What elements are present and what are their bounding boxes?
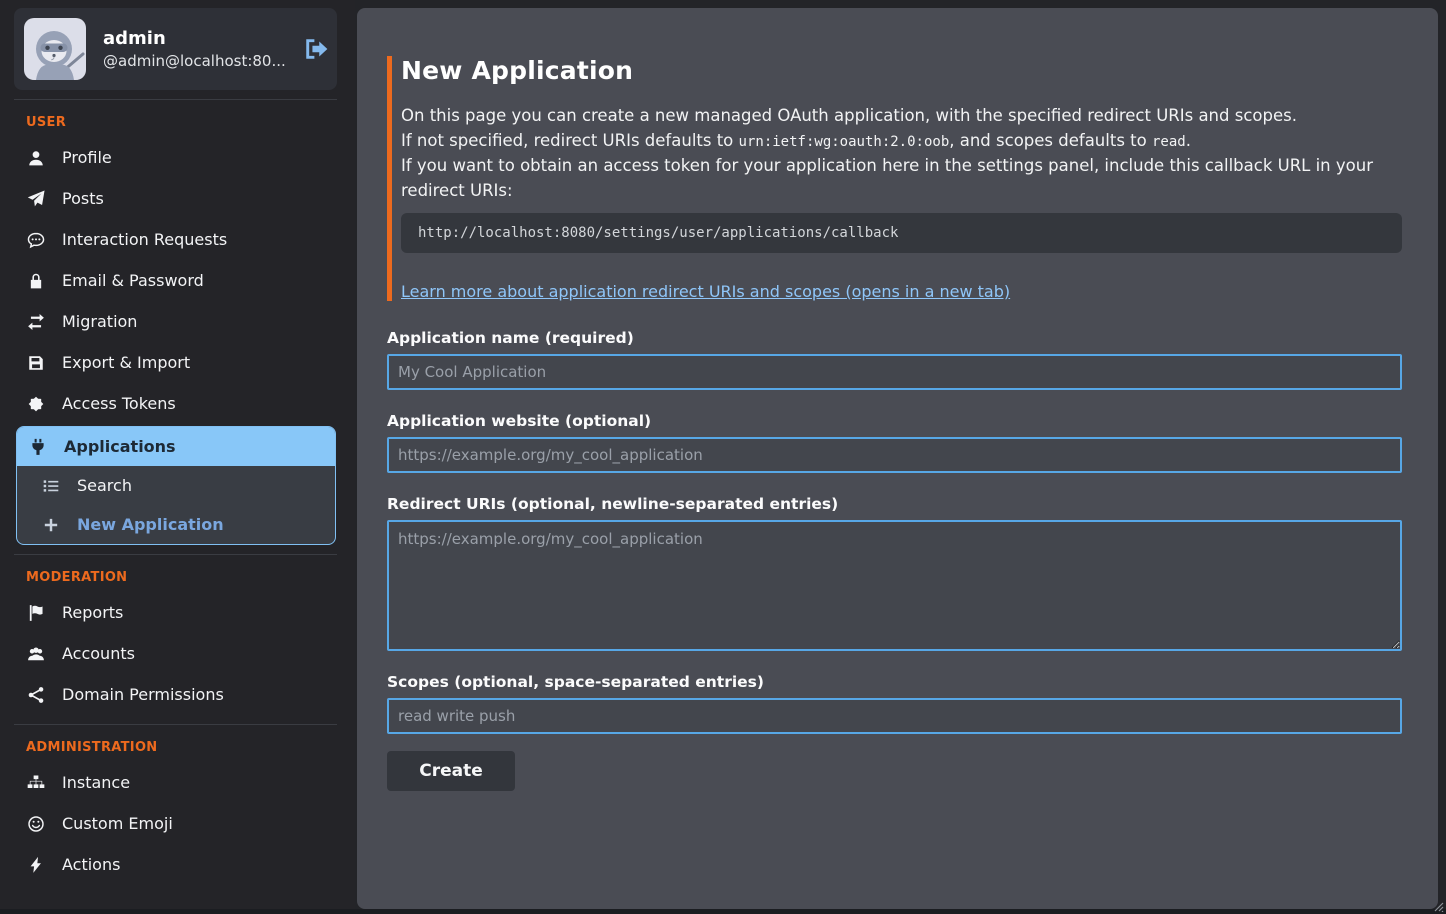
paper-plane-icon bbox=[26, 190, 46, 208]
sidebar-item-label: Reports bbox=[62, 603, 123, 622]
redirect-uris-field-group: Redirect URIs (optional, newline-separat… bbox=[387, 495, 1402, 651]
sidebar-item-label: Email & Password bbox=[62, 271, 204, 290]
plus-icon bbox=[41, 516, 61, 534]
sidebar-subitem-label: Search bbox=[77, 476, 132, 495]
sidebar-item-migration[interactable]: Migration bbox=[14, 301, 337, 342]
user-handle: @admin@localhost:80... bbox=[103, 51, 286, 71]
sidebar-item-actions[interactable]: Actions bbox=[14, 844, 337, 885]
sign-out-icon[interactable] bbox=[303, 36, 329, 62]
flag-icon bbox=[26, 604, 46, 622]
section-label-moderation: MODERATION bbox=[26, 570, 355, 585]
callback-url-code-block: http://localhost:8080/settings/user/appl… bbox=[401, 213, 1402, 253]
application-name-field-group: Application name (required) bbox=[387, 329, 1402, 390]
sidebar-item-label: Instance bbox=[62, 773, 130, 792]
sidebar: admin @admin@localhost:80... USER Profil… bbox=[0, 0, 355, 914]
sidebar-subitem-label: New Application bbox=[77, 515, 224, 534]
comments-icon bbox=[26, 231, 46, 249]
sidebar-item-export-import[interactable]: Export & Import bbox=[14, 342, 337, 383]
new-application-form: Application name (required) Application … bbox=[387, 329, 1402, 791]
floppy-disk-icon bbox=[26, 354, 46, 372]
sidebar-item-accounts[interactable]: Accounts bbox=[14, 633, 337, 674]
share-nodes-icon bbox=[26, 686, 46, 704]
sloth-avatar-image bbox=[24, 18, 86, 80]
read-code: read bbox=[1152, 134, 1186, 150]
sidebar-item-custom-emoji[interactable]: Custom Emoji bbox=[14, 803, 337, 844]
new-application-intro: New Application On this page you can cre… bbox=[387, 56, 1402, 301]
users-icon bbox=[26, 645, 46, 663]
sidebar-divider bbox=[14, 99, 337, 100]
sidebar-item-label: Posts bbox=[62, 189, 104, 208]
main-panel: New Application On this page you can cre… bbox=[357, 8, 1438, 909]
sidebar-item-label: Interaction Requests bbox=[62, 230, 227, 249]
user-name: admin bbox=[103, 27, 286, 51]
sidebar-item-label: Access Tokens bbox=[62, 394, 176, 413]
user-info: admin @admin@localhost:80... bbox=[103, 27, 286, 72]
user-icon bbox=[26, 149, 46, 167]
sidebar-item-email-password[interactable]: Email & Password bbox=[14, 260, 337, 301]
section-label-user: USER bbox=[26, 115, 355, 130]
sidebar-divider bbox=[14, 554, 337, 555]
sidebar-item-domain-permissions[interactable]: Domain Permissions bbox=[14, 674, 337, 715]
scopes-input[interactable] bbox=[387, 698, 1402, 734]
create-button[interactable]: Create bbox=[387, 751, 515, 791]
section-label-administration: ADMINISTRATION bbox=[26, 740, 355, 755]
application-name-input[interactable] bbox=[387, 354, 1402, 390]
window-resize-grip[interactable] bbox=[1431, 899, 1444, 912]
window-bottom-edge bbox=[0, 909, 1446, 914]
sidebar-divider bbox=[14, 724, 337, 725]
sidebar-item-access-tokens[interactable]: Access Tokens bbox=[14, 383, 337, 424]
bolt-icon bbox=[26, 856, 46, 874]
smiley-icon bbox=[26, 815, 46, 833]
redirect-uris-label: Redirect URIs (optional, newline-separat… bbox=[387, 495, 1402, 513]
applications-group: Applications Search New Application bbox=[16, 426, 336, 545]
sidebar-item-label: Actions bbox=[62, 855, 120, 874]
intro-line-2: If not specified, redirect URIs defaults… bbox=[401, 129, 1402, 155]
scopes-label: Scopes (optional, space-separated entrie… bbox=[387, 673, 1402, 691]
plug-icon bbox=[28, 438, 48, 456]
sidebar-item-label: Profile bbox=[62, 148, 112, 167]
intro-line-3: If you want to obtain an access token fo… bbox=[401, 154, 1402, 203]
sidebar-subitem-search[interactable]: Search bbox=[17, 466, 335, 505]
lock-icon bbox=[26, 272, 46, 290]
sidebar-item-label: Migration bbox=[62, 312, 137, 331]
oob-code: urn:ietf:wg:oauth:2.0:oob bbox=[739, 134, 950, 150]
user-card[interactable]: admin @admin@localhost:80... bbox=[14, 8, 337, 90]
sidebar-item-label: Custom Emoji bbox=[62, 814, 173, 833]
application-website-input[interactable] bbox=[387, 437, 1402, 473]
sidebar-subitem-new-application[interactable]: New Application bbox=[17, 505, 335, 544]
scopes-field-group: Scopes (optional, space-separated entrie… bbox=[387, 673, 1402, 734]
sidebar-item-label: Export & Import bbox=[62, 353, 190, 372]
intro-line-1: On this page you can create a new manage… bbox=[401, 104, 1402, 129]
sidebar-item-posts[interactable]: Posts bbox=[14, 178, 337, 219]
sidebar-item-label: Accounts bbox=[62, 644, 135, 663]
application-website-label: Application website (optional) bbox=[387, 412, 1402, 430]
redirect-uris-textarea[interactable] bbox=[387, 520, 1402, 651]
sidebar-item-label: Domain Permissions bbox=[62, 685, 224, 704]
sidebar-item-instance[interactable]: Instance bbox=[14, 762, 337, 803]
list-icon bbox=[41, 477, 61, 495]
application-website-field-group: Application website (optional) bbox=[387, 412, 1402, 473]
sidebar-item-label: Applications bbox=[64, 437, 176, 456]
learn-more-link[interactable]: Learn more about application redirect UR… bbox=[401, 282, 1010, 301]
sidebar-item-applications[interactable]: Applications bbox=[17, 427, 335, 466]
sidebar-item-profile[interactable]: Profile bbox=[14, 137, 337, 178]
application-name-label: Application name (required) bbox=[387, 329, 1402, 347]
certificate-icon bbox=[26, 395, 46, 413]
sitemap-icon bbox=[26, 774, 46, 792]
sidebar-item-interaction-requests[interactable]: Interaction Requests bbox=[14, 219, 337, 260]
page-title: New Application bbox=[401, 56, 1402, 85]
right-left-arrows-icon bbox=[26, 313, 46, 331]
sidebar-item-reports[interactable]: Reports bbox=[14, 592, 337, 633]
avatar bbox=[24, 18, 86, 80]
